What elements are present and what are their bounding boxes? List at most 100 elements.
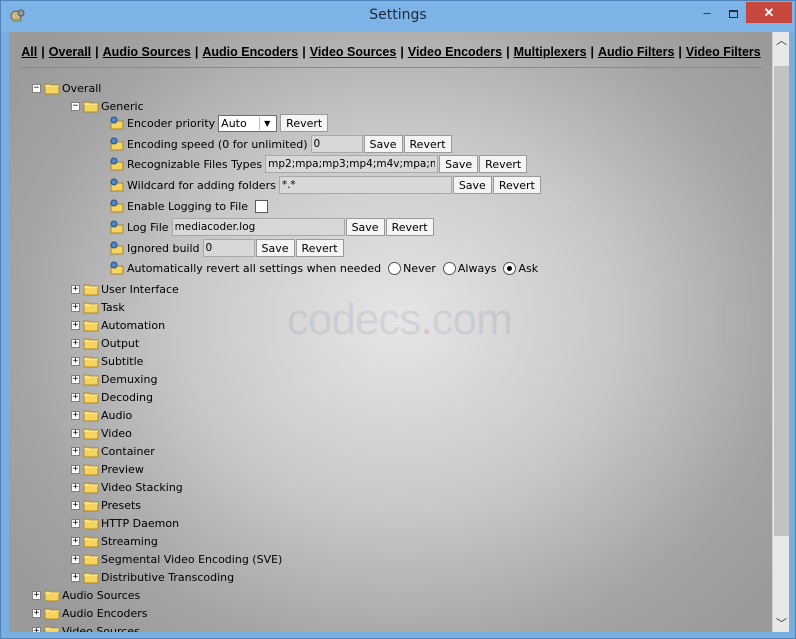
tree-node-label: User Interface xyxy=(101,282,179,296)
setting-encoding-speed: Encoding speed (0 for unlimited) Save Re… xyxy=(110,135,452,153)
folder-icon xyxy=(83,320,99,332)
tree-node-label: HTTP Daemon xyxy=(101,516,180,530)
expand-icon[interactable]: + xyxy=(71,464,80,474)
tree-node-presets[interactable]: + Presets xyxy=(71,496,144,514)
expand-icon[interactable]: + xyxy=(71,536,80,546)
encoder-priority-select[interactable]: Auto ▼ xyxy=(218,114,278,132)
expand-icon[interactable]: + xyxy=(71,518,80,528)
setting-enable-logging: Enable Logging to File xyxy=(110,197,269,215)
nav-audio-filters[interactable]: Audio Filters xyxy=(598,45,674,59)
close-button[interactable]: ✕ xyxy=(746,2,792,23)
expand-icon[interactable]: + xyxy=(32,626,41,632)
tree-node-distributive-transcoding[interactable]: + Distributive Transcoding xyxy=(71,568,237,586)
nav-overall[interactable]: Overall xyxy=(49,45,91,59)
nav-video-filters[interactable]: Video Filters xyxy=(686,45,761,59)
tree-node-decoding[interactable]: + Decoding xyxy=(71,388,156,406)
expand-icon[interactable]: + xyxy=(32,590,41,600)
revert-button[interactable]: Revert xyxy=(295,239,344,257)
save-button[interactable]: Save xyxy=(452,176,492,194)
expand-icon[interactable]: + xyxy=(71,410,80,420)
save-button[interactable]: Save xyxy=(439,155,479,173)
chevron-up-icon[interactable]: ︿ xyxy=(773,32,790,49)
recognizable-files-input[interactable] xyxy=(265,155,439,173)
expand-icon[interactable]: + xyxy=(71,446,80,456)
tree-node-user-interface[interactable]: + User Interface xyxy=(71,280,182,298)
expand-icon[interactable]: + xyxy=(71,482,80,492)
nav-multiplexers[interactable]: Multiplexers xyxy=(514,45,587,59)
revert-button[interactable]: Revert xyxy=(385,218,434,236)
tree-node-demuxing[interactable]: + Demuxing xyxy=(71,370,160,388)
tree-node-http-daemon[interactable]: + HTTP Daemon xyxy=(71,514,182,532)
save-button[interactable]: Save xyxy=(345,218,385,236)
expand-icon[interactable]: + xyxy=(71,500,80,510)
revert-button[interactable]: Revert xyxy=(479,155,528,173)
scroll-thumb[interactable] xyxy=(774,66,789,536)
tree-node-label: Decoding xyxy=(101,390,154,404)
tree-node-container[interactable]: + Container xyxy=(71,442,158,460)
folder-icon xyxy=(83,518,99,530)
radio-ask[interactable] xyxy=(503,261,517,275)
expand-icon[interactable]: + xyxy=(71,554,80,564)
tree-node-audio-sources[interactable]: + Audio Sources xyxy=(32,586,143,604)
chevron-down-icon[interactable]: ﹀ xyxy=(773,615,790,632)
collapse-icon[interactable]: − xyxy=(32,83,41,93)
expand-icon[interactable]: + xyxy=(71,374,80,384)
expand-icon[interactable]: + xyxy=(32,608,41,618)
wildcard-input[interactable] xyxy=(278,176,452,194)
tree-node-label: Audio Sources xyxy=(62,588,141,602)
expand-icon[interactable]: + xyxy=(71,284,80,294)
expand-icon[interactable]: + xyxy=(71,428,80,438)
expand-icon[interactable]: + xyxy=(71,572,80,582)
radio-always[interactable] xyxy=(442,261,456,275)
tree-node-automation[interactable]: + Automation xyxy=(71,316,168,334)
save-button[interactable]: Save xyxy=(255,239,295,257)
expand-icon[interactable]: + xyxy=(71,320,80,330)
setting-icon xyxy=(110,116,124,129)
nav-audio-sources[interactable]: Audio Sources xyxy=(103,45,191,59)
tree-node-streaming[interactable]: + Streaming xyxy=(71,532,161,550)
tree-node-output[interactable]: + Output xyxy=(71,334,142,352)
ignored-build-input[interactable] xyxy=(202,239,255,257)
tree-node-segmental-video-encoding-sve[interactable]: + Segmental Video Encoding (SVE) xyxy=(71,550,285,568)
log-file-input[interactable] xyxy=(171,218,345,236)
folder-icon xyxy=(83,302,99,314)
tree-node-overall[interactable]: − Overall xyxy=(32,79,104,97)
revert-button[interactable]: Revert xyxy=(403,135,452,153)
vertical-scrollbar[interactable]: ︿ ﹀ xyxy=(772,32,789,632)
collapse-icon[interactable]: − xyxy=(71,101,80,111)
tree-node-video-stacking[interactable]: + Video Stacking xyxy=(71,478,186,496)
radio-label: Never xyxy=(403,261,436,275)
tree-node-video-sources[interactable]: + Video Sources xyxy=(32,622,143,632)
nav-all[interactable]: All xyxy=(21,45,37,59)
save-button[interactable]: Save xyxy=(363,135,403,153)
minimize-button[interactable]: – xyxy=(694,2,720,23)
revert-button[interactable]: Revert xyxy=(280,114,329,132)
enable-logging-checkbox[interactable] xyxy=(255,199,269,213)
tree-node-label: Overall xyxy=(62,81,102,95)
expand-icon[interactable]: + xyxy=(71,356,80,366)
expand-icon[interactable]: + xyxy=(71,338,80,348)
setting-icon xyxy=(110,137,124,150)
title-bar[interactable]: Settings – ✕ xyxy=(1,1,795,32)
tree-node-label: Video Stacking xyxy=(101,480,183,494)
folder-icon xyxy=(83,392,99,404)
radio-never[interactable] xyxy=(388,261,402,275)
nav-audio-encoders[interactable]: Audio Encoders xyxy=(202,45,298,59)
tree-node-video[interactable]: + Video xyxy=(71,424,135,442)
folder-icon xyxy=(83,284,99,296)
tree-node-audio[interactable]: + Audio xyxy=(71,406,135,424)
expand-icon[interactable]: + xyxy=(71,302,80,312)
revert-button[interactable]: Revert xyxy=(492,176,541,194)
tree-node-preview[interactable]: + Preview xyxy=(71,460,147,478)
tree-node-task[interactable]: + Task xyxy=(71,298,128,316)
setting-ignored-build: Ignored build Save Revert xyxy=(110,239,344,257)
nav-video-encoders[interactable]: Video Encoders xyxy=(408,45,502,59)
tree-node-generic[interactable]: − Generic xyxy=(71,97,147,115)
encoding-speed-input[interactable] xyxy=(310,135,363,153)
expand-icon[interactable]: + xyxy=(71,392,80,402)
tree-node-audio-encoders[interactable]: + Audio Encoders xyxy=(32,604,150,622)
tree-node-subtitle[interactable]: + Subtitle xyxy=(71,352,146,370)
nav-video-sources[interactable]: Video Sources xyxy=(310,45,397,59)
folder-icon xyxy=(83,482,99,494)
maximize-button[interactable] xyxy=(720,2,746,23)
